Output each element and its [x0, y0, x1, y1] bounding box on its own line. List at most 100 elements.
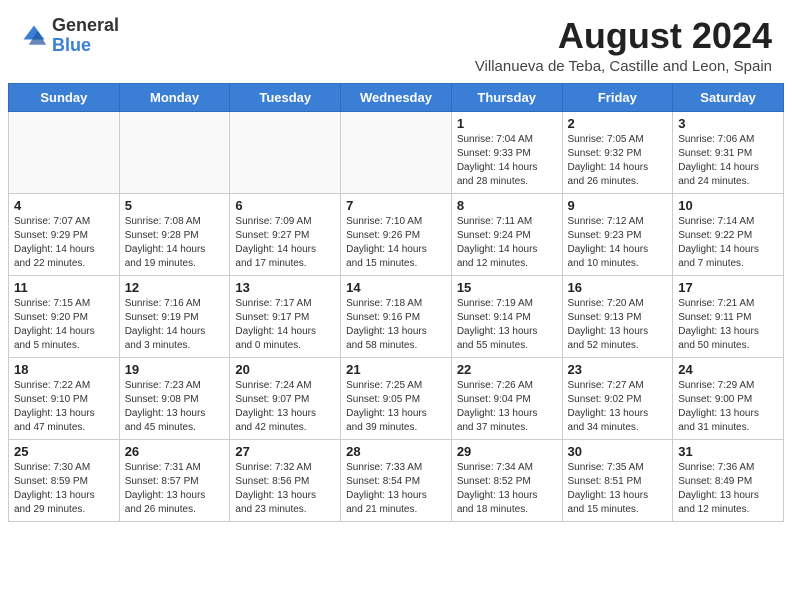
day-number: 15 — [457, 280, 557, 295]
calendar-cell: 29Sunrise: 7:34 AMSunset: 8:52 PMDayligh… — [451, 439, 562, 521]
day-info: Sunrise: 7:36 AMSunset: 8:49 PMDaylight:… — [678, 461, 778, 517]
calendar-cell: 6 Sunrise: 7:09 AMSunset: 9:27 PMDaylight… — [230, 193, 341, 275]
day-number: 17 — [678, 280, 778, 295]
day-number: 24 — [678, 362, 778, 377]
day-number: 7 — [346, 198, 446, 213]
week-row-3: 11 Sunrise: 7:15 AMSunset: 9:20 PMDayligh… — [9, 275, 784, 357]
calendar-cell: 11 Sunrise: 7:15 AMSunset: 9:20 PMDayligh… — [9, 275, 120, 357]
day-info: Sunrise: 7:18 AMSunset: 9:16 PMDaylight:… — [346, 297, 446, 353]
day-number: 6 — [235, 198, 335, 213]
day-info: Sunrise: 7:33 AMSunset: 8:54 PMDaylight:… — [346, 461, 446, 517]
calendar-cell: 27 Sunrise: 7:32 AMSunset: 8:56 PMDayligh… — [230, 439, 341, 521]
day-info: Sunrise: 7:30 AMSunset: 8:59 PMDaylight:… — [14, 461, 114, 517]
day-number: 5 — [125, 198, 225, 213]
calendar-table: SundayMondayTuesdayWednesdayThursdayFrid… — [8, 83, 784, 522]
calendar-cell: 1 Sunrise: 7:04 AMSunset: 9:33 PMDaylight… — [451, 111, 562, 193]
calendar-cell: 26Sunrise: 7:31 AMSunset: 8:57 PMDayligh… — [119, 439, 230, 521]
day-number: 1 — [457, 116, 557, 131]
logo-icon — [20, 22, 48, 50]
day-info: Sunrise: 7:19 AMSunset: 9:14 PMDaylight:… — [457, 297, 557, 353]
day-number: 19 — [125, 362, 225, 377]
calendar-cell: 8Sunrise: 7:11 AMSunset: 9:24 PMDaylight… — [451, 193, 562, 275]
day-number: 3 — [678, 116, 778, 131]
day-number: 2 — [568, 116, 668, 131]
day-info: Sunrise: 7:23 AMSunset: 9:08 PMDaylight:… — [125, 379, 225, 435]
location: Villanueva de Teba, Castille and Leon, S… — [475, 58, 772, 75]
calendar-cell: 31 Sunrise: 7:36 AMSunset: 8:49 PMDayligh… — [673, 439, 784, 521]
logo: General Blue — [20, 16, 119, 56]
logo-text: General Blue — [52, 16, 119, 56]
day-number: 31 — [678, 444, 778, 459]
day-info: Sunrise: 7:32 AMSunset: 8:56 PMDaylight:… — [235, 461, 335, 517]
calendar-cell: 4Sunrise: 7:07 AMSunset: 9:29 PMDaylight… — [9, 193, 120, 275]
calendar-cell — [119, 111, 230, 193]
month-year: August 2024 — [475, 16, 772, 56]
logo-blue: Blue — [52, 36, 119, 56]
day-info: Sunrise: 7:09 AMSunset: 9:27 PMDaylight:… — [235, 215, 335, 271]
day-info: Sunrise: 7:11 AMSunset: 9:24 PMDaylight:… — [457, 215, 557, 271]
calendar-cell: 7Sunrise: 7:10 AMSunset: 9:26 PMDaylight… — [341, 193, 452, 275]
calendar-cell: 25 Sunrise: 7:30 AMSunset: 8:59 PMDayligh… — [9, 439, 120, 521]
day-number: 27 — [235, 444, 335, 459]
day-number: 30 — [568, 444, 668, 459]
calendar-cell: 10Sunrise: 7:14 AMSunset: 9:22 PMDayligh… — [673, 193, 784, 275]
day-number: 22 — [457, 362, 557, 377]
day-number: 9 — [568, 198, 668, 213]
day-number: 11 — [14, 280, 114, 295]
day-info: Sunrise: 7:34 AMSunset: 8:52 PMDaylight:… — [457, 461, 557, 517]
week-row-1: 1 Sunrise: 7:04 AMSunset: 9:33 PMDaylight… — [9, 111, 784, 193]
day-info: Sunrise: 7:31 AMSunset: 8:57 PMDaylight:… — [125, 461, 225, 517]
day-number: 23 — [568, 362, 668, 377]
day-info: Sunrise: 7:15 AMSunset: 9:20 PMDaylight:… — [14, 297, 114, 353]
calendar-cell: 15 Sunrise: 7:19 AMSunset: 9:14 PMDayligh… — [451, 275, 562, 357]
weekday-header-friday: Friday — [562, 83, 673, 111]
day-number: 20 — [235, 362, 335, 377]
calendar-cell: 16Sunrise: 7:20 AMSunset: 9:13 PMDayligh… — [562, 275, 673, 357]
calendar-cell — [9, 111, 120, 193]
day-number: 18 — [14, 362, 114, 377]
day-number: 12 — [125, 280, 225, 295]
week-row-2: 4Sunrise: 7:07 AMSunset: 9:29 PMDaylight… — [9, 193, 784, 275]
day-info: Sunrise: 7:25 AMSunset: 9:05 PMDaylight:… — [346, 379, 446, 435]
day-info: Sunrise: 7:16 AMSunset: 9:19 PMDaylight:… — [125, 297, 225, 353]
day-info: Sunrise: 7:29 AMSunset: 9:00 PMDaylight:… — [678, 379, 778, 435]
calendar-cell: 5 Sunrise: 7:08 AMSunset: 9:28 PMDaylight… — [119, 193, 230, 275]
day-info: Sunrise: 7:12 AMSunset: 9:23 PMDaylight:… — [568, 215, 668, 271]
weekday-header-sunday: Sunday — [9, 83, 120, 111]
calendar-cell: 3Sunrise: 7:06 AMSunset: 9:31 PMDaylight… — [673, 111, 784, 193]
page-header: General Blue August 2024 Villanueva de T… — [0, 0, 792, 83]
title-block: August 2024 Villanueva de Teba, Castille… — [475, 16, 772, 75]
day-number: 25 — [14, 444, 114, 459]
calendar-cell: 17Sunrise: 7:21 AMSunset: 9:11 PMDayligh… — [673, 275, 784, 357]
calendar-body: 1 Sunrise: 7:04 AMSunset: 9:33 PMDaylight… — [9, 111, 784, 521]
calendar-cell: 2 Sunrise: 7:05 AMSunset: 9:32 PMDaylight… — [562, 111, 673, 193]
calendar-cell: 23 Sunrise: 7:27 AMSunset: 9:02 PMDayligh… — [562, 357, 673, 439]
day-info: Sunrise: 7:20 AMSunset: 9:13 PMDaylight:… — [568, 297, 668, 353]
calendar-cell — [230, 111, 341, 193]
day-info: Sunrise: 7:27 AMSunset: 9:02 PMDaylight:… — [568, 379, 668, 435]
calendar-cell: 20Sunrise: 7:24 AMSunset: 9:07 PMDayligh… — [230, 357, 341, 439]
day-info: Sunrise: 7:17 AMSunset: 9:17 PMDaylight:… — [235, 297, 335, 353]
logo-general: General — [52, 16, 119, 36]
calendar-cell: 21 Sunrise: 7:25 AMSunset: 9:05 PMDayligh… — [341, 357, 452, 439]
day-info: Sunrise: 7:35 AMSunset: 8:51 PMDaylight:… — [568, 461, 668, 517]
calendar-cell: 14Sunrise: 7:18 AMSunset: 9:16 PMDayligh… — [341, 275, 452, 357]
day-info: Sunrise: 7:08 AMSunset: 9:28 PMDaylight:… — [125, 215, 225, 271]
calendar-cell — [341, 111, 452, 193]
calendar-cell: 24 Sunrise: 7:29 AMSunset: 9:00 PMDayligh… — [673, 357, 784, 439]
day-number: 10 — [678, 198, 778, 213]
day-info: Sunrise: 7:07 AMSunset: 9:29 PMDaylight:… — [14, 215, 114, 271]
day-info: Sunrise: 7:04 AMSunset: 9:33 PMDaylight:… — [457, 133, 557, 189]
day-number: 13 — [235, 280, 335, 295]
calendar-cell: 9 Sunrise: 7:12 AMSunset: 9:23 PMDaylight… — [562, 193, 673, 275]
weekday-row: SundayMondayTuesdayWednesdayThursdayFrid… — [9, 83, 784, 111]
calendar-cell: 13 Sunrise: 7:17 AMSunset: 9:17 PMDayligh… — [230, 275, 341, 357]
day-number: 21 — [346, 362, 446, 377]
weekday-header-thursday: Thursday — [451, 83, 562, 111]
calendar-cell: 19 Sunrise: 7:23 AMSunset: 9:08 PMDayligh… — [119, 357, 230, 439]
weekday-header-tuesday: Tuesday — [230, 83, 341, 111]
day-info: Sunrise: 7:05 AMSunset: 9:32 PMDaylight:… — [568, 133, 668, 189]
calendar-cell: 18Sunrise: 7:22 AMSunset: 9:10 PMDayligh… — [9, 357, 120, 439]
calendar-header: SundayMondayTuesdayWednesdayThursdayFrid… — [9, 83, 784, 111]
weekday-header-saturday: Saturday — [673, 83, 784, 111]
